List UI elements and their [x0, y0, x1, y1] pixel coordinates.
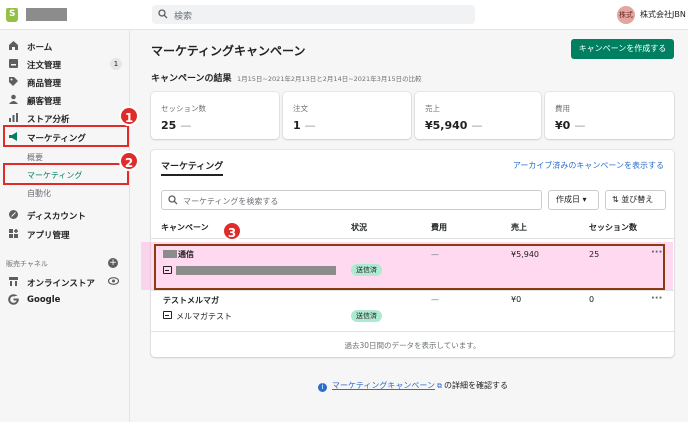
search-icon [168, 195, 178, 205]
sessions-value: 0 [589, 295, 595, 304]
store-name-redacted [26, 8, 67, 21]
cost-value: — [431, 295, 439, 304]
sidebar-item-apps[interactable]: アプリ管理 [0, 226, 130, 242]
email-icon [163, 311, 172, 319]
annotation-number-1: 1 [119, 106, 139, 126]
orders-icon [9, 59, 18, 68]
tab-marketing[interactable]: マーケティング [161, 159, 224, 176]
store-icon [9, 277, 18, 286]
caret-down-icon: ▾ [582, 195, 587, 204]
home-icon [9, 41, 18, 50]
external-link-icon: ⧉ [436, 382, 442, 390]
marketing-campaign-help-link[interactable]: マーケティングキャンペーン [332, 381, 435, 390]
created-date-filter-button[interactable]: 作成日 ▾ [548, 190, 599, 210]
global-search-input[interactable]: 検索 [152, 5, 475, 24]
column-header-cost: 費用 [431, 223, 447, 232]
column-header-campaign[interactable]: キャンペーン [161, 222, 209, 233]
google-icon [8, 294, 19, 305]
avatar[interactable]: 株式 [617, 6, 635, 24]
sidebar: ホーム 注文管理 1 商品管理 顧客管理 ストア分析 マーケティング 概要 マー… [0, 31, 130, 422]
results-title: キャンペーンの結果 [151, 74, 232, 84]
column-header-sessions: セッション数 [589, 223, 637, 232]
stat-card-sales[interactable]: 売上 ¥5,940— [415, 92, 541, 139]
activity-name: メルマガテスト [176, 312, 232, 321]
info-icon: i [318, 383, 327, 392]
person-icon [9, 94, 18, 104]
add-channel-plus-icon[interactable]: + [108, 258, 118, 268]
sidebar-item-analytics[interactable]: ストア分析 [0, 110, 130, 126]
orders-count-badge: 1 [110, 58, 122, 70]
create-campaign-button[interactable]: キャンペーンを作成する [571, 39, 674, 59]
annotation-box-3 [154, 244, 665, 290]
shopify-logo-icon[interactable] [6, 8, 18, 22]
sidebar-sub-overview[interactable]: 概要 [27, 152, 43, 163]
sidebar-item-discounts[interactable]: ディスカウント [0, 207, 130, 223]
sales-channels-label: 販売チャネル [6, 260, 48, 268]
column-header-status: 状況 [351, 223, 367, 232]
data-range-note: 過去30日間のデータを表示しています。 [344, 341, 481, 350]
search-icon [158, 9, 168, 19]
sort-arrows-icon: ⇅ [612, 195, 619, 204]
sidebar-item-orders[interactable]: 注文管理 1 [0, 56, 130, 72]
more-actions-icon[interactable]: ··· [651, 293, 662, 304]
discount-icon [9, 210, 18, 219]
shop-name[interactable]: 株式会社JBN [640, 9, 686, 20]
column-header-sales: 売上 [511, 223, 527, 232]
results-date-range: 1月15日~2021年2月13日と2月14日~2021年3月15日の比較 [237, 75, 422, 83]
page-title: マーケティングキャンペーン [151, 44, 306, 58]
annotation-box-2 [3, 163, 129, 185]
stat-card-sessions[interactable]: セッション数 25— [151, 92, 279, 139]
search-placeholder: 検索 [174, 12, 193, 22]
sales-value: ¥0 [511, 295, 522, 304]
archived-campaigns-link[interactable]: アーカイブ済みのキャンペーンを表示する [513, 160, 664, 171]
sidebar-item-google[interactable]: Google [0, 292, 130, 308]
status-badge: 送信済 [351, 310, 382, 322]
sidebar-item-products[interactable]: 商品管理 [0, 74, 130, 90]
annotation-box-1 [3, 125, 129, 147]
eye-icon[interactable] [108, 277, 119, 285]
campaign-search-input[interactable]: マーケティングを検索する [161, 190, 542, 210]
tag-icon [9, 77, 18, 86]
sidebar-sub-automation[interactable]: 自動化 [27, 188, 51, 199]
bar-chart-icon [9, 113, 18, 122]
stat-card-cost[interactable]: 費用 ¥0— [545, 92, 674, 139]
campaign-name[interactable]: テストメルマガ [163, 295, 219, 306]
learn-more-line: i マーケティングキャンペーン ⧉ の詳細を確認する [318, 380, 508, 392]
sidebar-item-home[interactable]: ホーム [0, 38, 130, 54]
stat-card-orders[interactable]: 注文 1— [283, 92, 411, 139]
apps-icon [9, 229, 18, 238]
annotation-number-2: 2 [119, 151, 139, 171]
top-bar: 検索 株式 株式会社JBN [0, 0, 688, 30]
sidebar-item-customers[interactable]: 顧客管理 [0, 92, 130, 108]
annotation-number-3: 3 [222, 221, 242, 241]
sort-button[interactable]: ⇅ 並び替え [605, 190, 666, 210]
